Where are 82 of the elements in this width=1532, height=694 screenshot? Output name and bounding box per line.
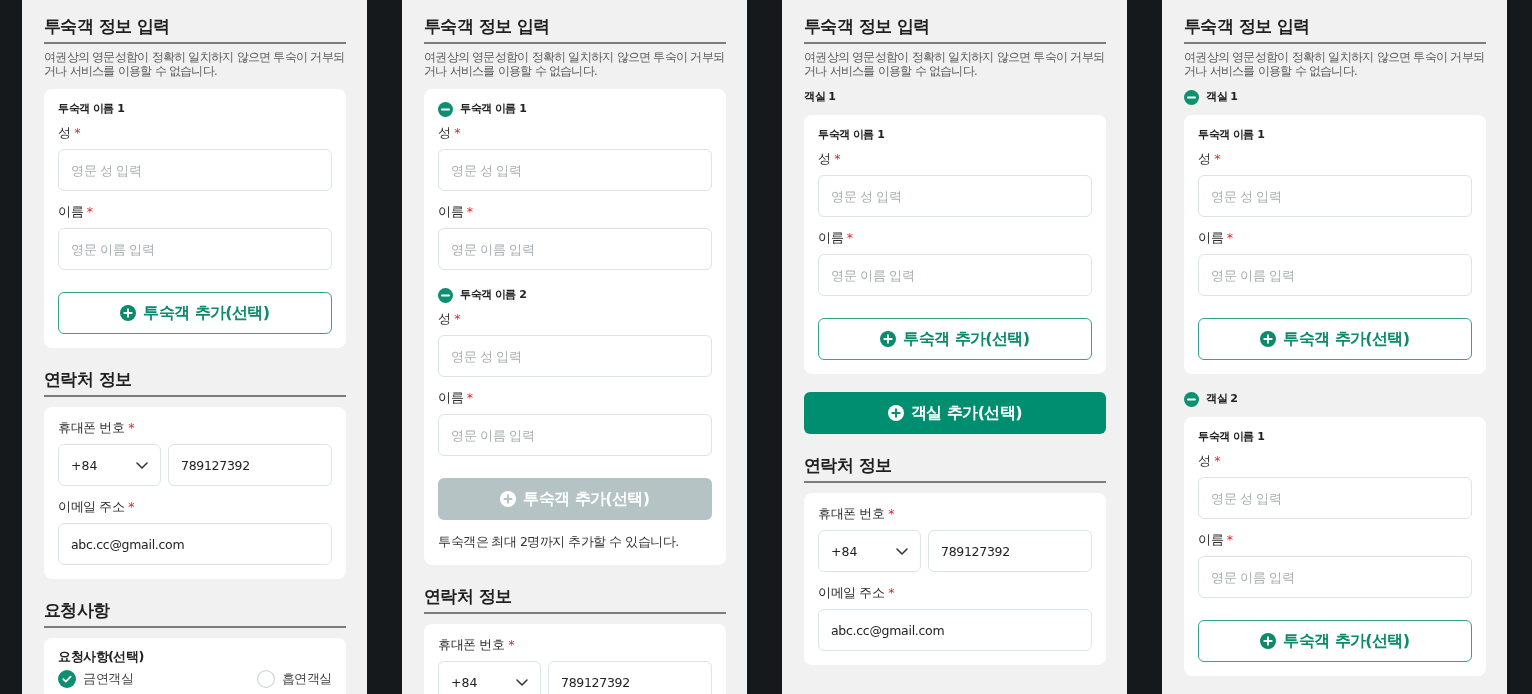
radio-unchecked-icon[interactable] (256, 670, 275, 688)
field-label: 이름 * (58, 203, 94, 221)
field-label: 이름 * (818, 229, 854, 247)
field-label: 이름 * (1198, 531, 1234, 549)
phone-input-field[interactable]: 789127392 (928, 530, 1092, 572)
radio-option[interactable]: 금연객실 (58, 670, 134, 688)
add-guest-button[interactable]: 투숙객 추가(선택) (818, 318, 1092, 360)
radio-checked-icon[interactable] (58, 670, 76, 688)
name-input-field[interactable]: 영문 성 입력 (438, 149, 712, 191)
minus-circle-icon[interactable] (438, 101, 453, 117)
chevron-down-icon (136, 461, 148, 469)
guest-label: 투숙객 이름 1 (1198, 429, 1265, 445)
guest-label: 투숙객 이름 2 (460, 287, 527, 303)
section-heading: 연락처 정보 (44, 368, 132, 390)
limit-note: 투숙객은 최대 2명까지 추가할 수 있습니다. (438, 533, 680, 551)
name-input-field[interactable]: 영문 성 입력 (1198, 477, 1472, 519)
name-input-field[interactable]: 영문 성 입력 (1198, 175, 1472, 217)
email-input-field[interactable]: abc.cc@gmail.com (818, 609, 1092, 651)
section-heading: 연락처 정보 (804, 454, 892, 476)
field-label: 휴대폰 번호 * (58, 419, 135, 437)
field-label: 성 * (1198, 150, 1222, 168)
field-label: 이메일 주소 * (818, 584, 895, 602)
guest-label: 투숙객 이름 1 (58, 101, 125, 117)
field-label: 이름 * (438, 203, 474, 221)
chevron-down-icon (896, 547, 908, 555)
plus-circle-icon (120, 305, 137, 321)
name-input-field[interactable]: 영문 이름 입력 (438, 414, 712, 456)
section-heading: 요청사항 (44, 599, 110, 621)
country-code-select[interactable]: +84 (58, 444, 161, 486)
room-label: 객실 2 (1206, 391, 1238, 407)
chevron-down-icon (516, 678, 528, 686)
field-label: 휴대폰 번호 * (818, 505, 895, 523)
name-input-field[interactable]: 영문 성 입력 (818, 175, 1092, 217)
field-label: 성 * (438, 124, 462, 142)
field-label: 이름 * (438, 389, 474, 407)
name-input-field[interactable]: 영문 이름 입력 (1198, 556, 1472, 598)
add-guest-button[interactable]: 투숙객 추가(선택) (58, 292, 332, 334)
plus-circle-icon (1260, 633, 1277, 649)
guest-label: 투숙객 이름 1 (460, 101, 527, 117)
name-input-field[interactable]: 영문 이름 입력 (1198, 254, 1472, 296)
minus-circle-icon[interactable] (1184, 89, 1199, 105)
field-label: 이름 * (1198, 229, 1234, 247)
name-input-field[interactable]: 영문 이름 입력 (818, 254, 1092, 296)
notice-text: 여권상의 영문성함이 정확히 일치하지 않으면 투숙이 거부되거나 서비스를 이용할 수 없습니다. (804, 50, 1106, 78)
email-input-field[interactable]: abc.cc@gmail.com (58, 523, 332, 565)
guest-label: 투숙객 이름 1 (818, 127, 885, 143)
name-input-field[interactable]: 영문 성 입력 (438, 335, 712, 377)
section-heading: 투숙객 정보 입력 (44, 15, 170, 37)
plus-circle-icon (880, 331, 897, 347)
room-label: 객실 1 (1206, 89, 1238, 105)
field-label: 성 * (1198, 452, 1222, 470)
section-heading: 투숙객 정보 입력 (424, 15, 550, 37)
plus-circle-icon (500, 491, 517, 507)
name-input-field[interactable]: 영문 이름 입력 (438, 228, 712, 270)
notice-text: 여권상의 영문성함이 정확히 일치하지 않으면 투숙이 거부되거나 서비스를 이용할 수 없습니다. (44, 50, 346, 78)
name-input-field[interactable]: 영문 이름 입력 (58, 228, 332, 270)
section-heading: 연락처 정보 (424, 585, 512, 607)
plus-circle-icon (1260, 331, 1277, 347)
phone-input-field[interactable]: 789127392 (168, 444, 332, 486)
field-label: 성 * (438, 310, 462, 328)
country-code-select[interactable]: +84 (818, 530, 921, 572)
section-heading: 투숙객 정보 입력 (1184, 15, 1310, 37)
plus-circle-icon (888, 405, 905, 421)
field-label: 성 * (818, 150, 842, 168)
add-room-button[interactable]: 객실 추가(선택) (804, 392, 1106, 434)
notice-text: 여권상의 영문성함이 정확히 일치하지 않으면 투숙이 거부되거나 서비스를 이용할 수 없습니다. (424, 50, 726, 78)
add-guest-button[interactable]: 투숙객 추가(선택) (1198, 620, 1472, 662)
field-label: 이메일 주소 * (58, 498, 135, 516)
add-guest-button[interactable]: 투숙객 추가(선택) (1198, 318, 1472, 360)
minus-circle-icon[interactable] (438, 287, 453, 303)
country-code-select[interactable]: +84 (438, 661, 541, 694)
minus-circle-icon[interactable] (1184, 391, 1199, 407)
room-label: 객실 1 (804, 89, 836, 105)
phone-input-field[interactable]: 789127392 (548, 661, 712, 694)
radio-option[interactable]: 흡연객실 (256, 670, 332, 688)
card-title: 요청사항(선택) (58, 648, 145, 666)
section-heading: 투숙객 정보 입력 (804, 15, 930, 37)
field-label: 휴대폰 번호 * (438, 636, 515, 654)
guest-label: 투숙객 이름 1 (1198, 127, 1265, 143)
notice-text: 여권상의 영문성함이 정확히 일치하지 않으면 투숙이 거부되거나 서비스를 이용할 수 없습니다. (1184, 50, 1486, 78)
name-input-field[interactable]: 영문 성 입력 (58, 149, 332, 191)
field-label: 성 * (58, 124, 82, 142)
